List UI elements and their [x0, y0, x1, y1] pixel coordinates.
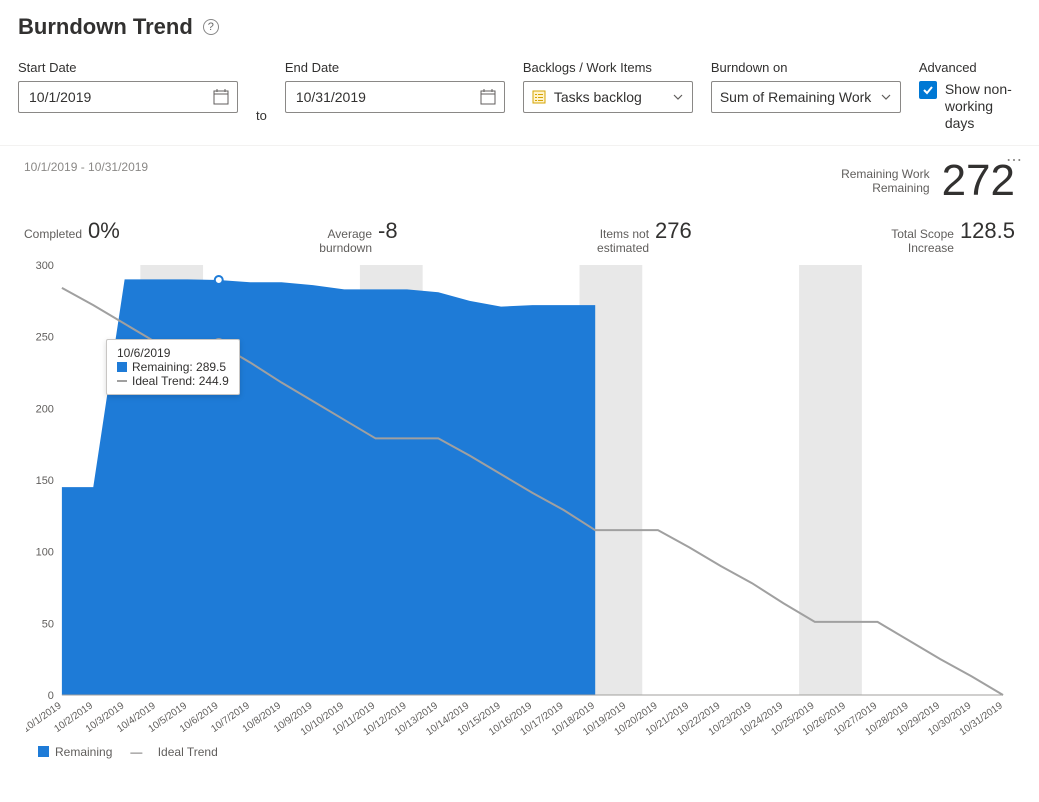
svg-text:200: 200: [36, 403, 54, 415]
remaining-work-value: 272: [942, 156, 1015, 206]
end-date-input[interactable]: [285, 81, 505, 113]
remaining-work-label: Remaining Work: [841, 167, 929, 181]
completed-value: 0%: [88, 218, 120, 244]
chevron-down-icon: [672, 91, 684, 103]
burndown-on-dropdown[interactable]: Sum of Remaining Work: [711, 81, 901, 113]
svg-text:150: 150: [36, 475, 54, 487]
help-icon[interactable]: ?: [203, 19, 219, 35]
tasks-icon: [532, 90, 546, 104]
total-scope-increase-value: 128.5: [960, 218, 1015, 244]
legend-remaining-text: Remaining: [55, 745, 112, 759]
burndown-widget: ⋯ 10/1/2019 - 10/31/2019 Remaining Work …: [10, 146, 1029, 766]
show-nonworking-label: Show non-working days: [945, 81, 1021, 131]
backlogs-dropdown[interactable]: Tasks backlog: [523, 81, 693, 113]
burndown-on-label: Burndown on: [711, 60, 901, 75]
page-title: Burndown Trend: [18, 14, 193, 40]
remaining-sublabel: Remaining: [841, 181, 929, 195]
total-scope-increase-label: Total Scope Increase: [891, 228, 954, 254]
start-date-input[interactable]: [18, 81, 238, 113]
show-nonworking-checkbox[interactable]: [919, 81, 937, 99]
legend-ideal-text: Ideal Trend: [158, 745, 218, 759]
legend-remaining-swatch: [38, 746, 49, 757]
svg-text:250: 250: [36, 331, 54, 343]
end-date-field[interactable]: [294, 88, 480, 106]
chart-date-range: 10/1/2019 - 10/31/2019: [24, 156, 148, 174]
chevron-down-icon: [880, 91, 892, 103]
controls-row: Start Date to End Date Backlogs / Work I…: [0, 44, 1039, 146]
avg-burndown-value: -8: [378, 218, 398, 244]
burndown-on-value: Sum of Remaining Work: [720, 89, 871, 105]
tooltip-remaining-text: Remaining: 289.5: [132, 360, 226, 374]
start-date-field[interactable]: [27, 88, 213, 106]
svg-text:0: 0: [48, 690, 54, 702]
tooltip-ideal-text: Ideal Trend: 244.9: [132, 374, 229, 388]
check-icon: [922, 84, 934, 96]
svg-text:300: 300: [36, 261, 54, 272]
backlogs-label: Backlogs / Work Items: [523, 60, 693, 75]
advanced-label: Advanced: [919, 60, 1021, 75]
avg-burndown-label: Average burndown: [319, 228, 372, 254]
chart-tooltip: 10/6/2019 Remaining: 289.5 Ideal Trend: …: [106, 339, 240, 395]
chart-legend: Remaining — Ideal Trend: [10, 741, 1029, 767]
end-date-label: End Date: [285, 60, 505, 75]
backlogs-value: Tasks backlog: [554, 89, 642, 105]
items-not-estimated-label: Items not estimated: [597, 228, 649, 254]
calendar-icon[interactable]: [480, 89, 496, 105]
svg-text:100: 100: [36, 546, 54, 558]
burndown-chart[interactable]: 05010015020025030010/1/201910/2/201910/3…: [26, 261, 1013, 741]
calendar-icon[interactable]: [213, 89, 229, 105]
start-date-label: Start Date: [18, 60, 238, 75]
tooltip-remaining-swatch: [117, 362, 127, 372]
svg-text:50: 50: [42, 618, 54, 630]
legend-ideal-dash: —: [130, 745, 142, 759]
tooltip-ideal-swatch: [117, 380, 127, 382]
tooltip-date: 10/6/2019: [117, 346, 229, 360]
items-not-estimated-value: 276: [655, 218, 692, 244]
to-label: to: [256, 99, 267, 131]
completed-label: Completed: [24, 228, 82, 241]
more-icon[interactable]: ⋯: [1006, 150, 1023, 170]
